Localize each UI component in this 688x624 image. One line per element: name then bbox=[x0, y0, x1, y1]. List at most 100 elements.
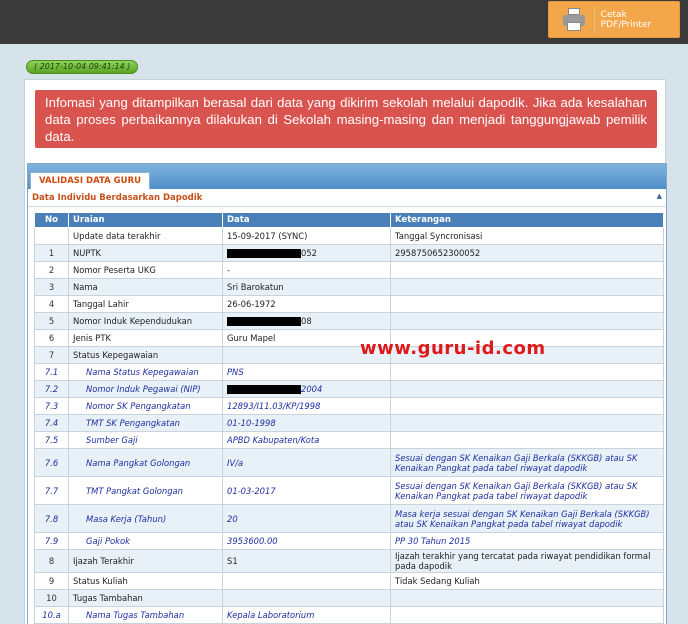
row-uraian: Nomor Induk Kependudukan bbox=[68, 312, 223, 330]
table-row: 7.2 Nomor Induk Pegawai (NIP) 2004 bbox=[34, 380, 664, 398]
table-row: 7.8 Masa Kerja (Tahun) 20 Masa kerja ses… bbox=[34, 504, 664, 533]
row-keterangan: Sesuai dengan SK Kenaikan Gaji Berkala (… bbox=[390, 448, 664, 477]
alert-text: Infomasi yang ditampilkan berasal dari d… bbox=[45, 95, 647, 144]
row-uraian: Sumber Gaji bbox=[68, 431, 223, 449]
row-no: 7.9 bbox=[34, 532, 69, 550]
table-row: 8 Ijazah Terakhir S1 Ijazah terakhir yan… bbox=[34, 549, 664, 573]
row-no: 7 bbox=[34, 346, 69, 364]
col-header-data: Data bbox=[222, 212, 391, 228]
table-row: 3 Nama Sri Barokatun bbox=[34, 278, 664, 296]
row-uraian: Status Kuliah bbox=[68, 572, 223, 590]
row-uraian: Tugas Tambahan bbox=[68, 589, 223, 607]
table-row: 7.6 Nama Pangkat Golongan IV/a Sesuai de… bbox=[34, 448, 664, 477]
row-no: 4 bbox=[34, 295, 69, 313]
table-row: 4 Tanggal Lahir 26-06-1972 bbox=[34, 295, 664, 313]
row-keterangan: 2958750652300052 bbox=[390, 244, 664, 262]
row-data-value: 052 bbox=[301, 248, 317, 258]
info-alert: Infomasi yang ditampilkan berasal dari d… bbox=[35, 90, 657, 148]
row-uraian: NUPTK bbox=[68, 244, 223, 262]
row-data: 20 bbox=[222, 504, 391, 533]
table-row: 5 Nomor Induk Kependudukan 08 bbox=[34, 312, 664, 330]
row-uraian: Nama Pangkat Golongan bbox=[68, 448, 223, 477]
row-data bbox=[222, 589, 391, 607]
row-data: - bbox=[222, 261, 391, 279]
table-row: 10 Tugas Tambahan bbox=[34, 589, 664, 607]
row-data: 2004 bbox=[222, 380, 391, 398]
row-data-value: 08 bbox=[301, 316, 312, 326]
row-uraian: Nama Status Kepegawaian bbox=[68, 363, 223, 381]
row-keterangan bbox=[390, 431, 664, 449]
row-data: 26-06-1972 bbox=[222, 295, 391, 313]
table-row: 7.9 Gaji Pokok 3953600.00 PP 30 Tahun 20… bbox=[34, 532, 664, 550]
table-row: 7.4 TMT SK Pengangkatan 01-10-1998 bbox=[34, 414, 664, 432]
table-row: 10.a Nama Tugas Tambahan Kepala Laborato… bbox=[34, 606, 664, 624]
validation-box: VALIDASI DATA GURU Data Individu Berdasa… bbox=[27, 163, 667, 624]
row-keterangan: PP 30 Tahun 2015 bbox=[390, 532, 664, 550]
printer-icon bbox=[563, 7, 585, 32]
row-uraian: Nomor Induk Pegawai (NIP) bbox=[68, 380, 223, 398]
box-header: VALIDASI DATA GURU bbox=[28, 164, 666, 189]
table-row: 6 Jenis PTK Guru Mapel bbox=[34, 329, 664, 347]
row-no: 10.a bbox=[34, 606, 69, 624]
row-no: 7.5 bbox=[34, 431, 69, 449]
top-bar: Cetak PDF/Printer bbox=[0, 0, 688, 44]
main-panel: Infomasi yang ditampilkan berasal dari d… bbox=[24, 79, 667, 624]
row-keterangan bbox=[390, 261, 664, 279]
divider bbox=[593, 5, 595, 34]
row-no: 7.6 bbox=[34, 448, 69, 477]
row-data: Sri Barokatun bbox=[222, 278, 391, 296]
row-no: 1 bbox=[34, 244, 69, 262]
row-no: 10 bbox=[34, 589, 69, 607]
row-no: 2 bbox=[34, 261, 69, 279]
row-uraian: TMT Pangkat Golongan bbox=[68, 476, 223, 505]
row-data: S1 bbox=[222, 549, 391, 573]
tab-validasi-data-guru[interactable]: VALIDASI DATA GURU bbox=[30, 172, 151, 189]
row-data: 01-10-1998 bbox=[222, 414, 391, 432]
row-uraian: Gaji Pokok bbox=[68, 532, 223, 550]
row-keterangan bbox=[390, 363, 664, 381]
table-header-row: No Uraian Data Keterangan bbox=[34, 212, 664, 228]
row-no: 8 bbox=[34, 549, 69, 573]
row-uraian: Update data terakhir bbox=[68, 227, 223, 245]
row-no: 7.3 bbox=[34, 397, 69, 415]
row-data: IV/a bbox=[222, 448, 391, 477]
row-uraian: Jenis PTK bbox=[68, 329, 223, 347]
row-keterangan bbox=[390, 380, 664, 398]
print-pdf-button[interactable]: Cetak PDF/Printer bbox=[548, 1, 680, 38]
row-no: 5 bbox=[34, 312, 69, 330]
row-data: 052 bbox=[222, 244, 391, 262]
col-header-no: No bbox=[34, 212, 69, 228]
row-uraian: TMT SK Pengangkatan bbox=[68, 414, 223, 432]
table-row: 7.5 Sumber Gaji APBD Kabupaten/Kota bbox=[34, 431, 664, 449]
section-title: Data Individu Berdasarkan Dapodik bbox=[32, 193, 203, 203]
row-keterangan bbox=[390, 397, 664, 415]
table-row: 9 Status Kuliah Tidak Sedang Kuliah bbox=[34, 572, 664, 590]
row-no bbox=[34, 227, 69, 245]
redaction-bar bbox=[227, 317, 301, 326]
redaction-bar bbox=[227, 385, 301, 394]
row-data: PNS bbox=[222, 363, 391, 381]
row-data bbox=[222, 572, 391, 590]
watermark-text: www.guru-id.com bbox=[360, 338, 546, 359]
row-uraian: Nama bbox=[68, 278, 223, 296]
table-row: 7.3 Nomor SK Pengangkatan 12893/I11.03/K… bbox=[34, 397, 664, 415]
row-data: 3953600.00 bbox=[222, 532, 391, 550]
row-uraian: Status Kepegawaian bbox=[68, 346, 223, 364]
row-keterangan bbox=[390, 278, 664, 296]
row-data: APBD Kabupaten/Kota bbox=[222, 431, 391, 449]
chevron-up-icon[interactable]: ▲ bbox=[657, 192, 662, 200]
guru-data-table: No Uraian Data Keterangan Update data te… bbox=[34, 212, 664, 624]
table-row: 7.1 Nama Status Kepegawaian PNS bbox=[34, 363, 664, 381]
row-keterangan: Tidak Sedang Kuliah bbox=[390, 572, 664, 590]
row-keterangan bbox=[390, 589, 664, 607]
row-no: 7.7 bbox=[34, 476, 69, 505]
row-keterangan bbox=[390, 312, 664, 330]
table-row: 1 NUPTK 052 2958750652300052 bbox=[34, 244, 664, 262]
row-no: 7.4 bbox=[34, 414, 69, 432]
row-data: 15-09-2017 (SYNC) bbox=[222, 227, 391, 245]
row-keterangan bbox=[390, 414, 664, 432]
row-no: 6 bbox=[34, 329, 69, 347]
row-uraian: Tanggal Lahir bbox=[68, 295, 223, 313]
col-header-keterangan: Keterangan bbox=[390, 212, 664, 228]
sync-timestamp-badge: ( 2017-10-04 09:41:14 ) bbox=[26, 60, 139, 74]
